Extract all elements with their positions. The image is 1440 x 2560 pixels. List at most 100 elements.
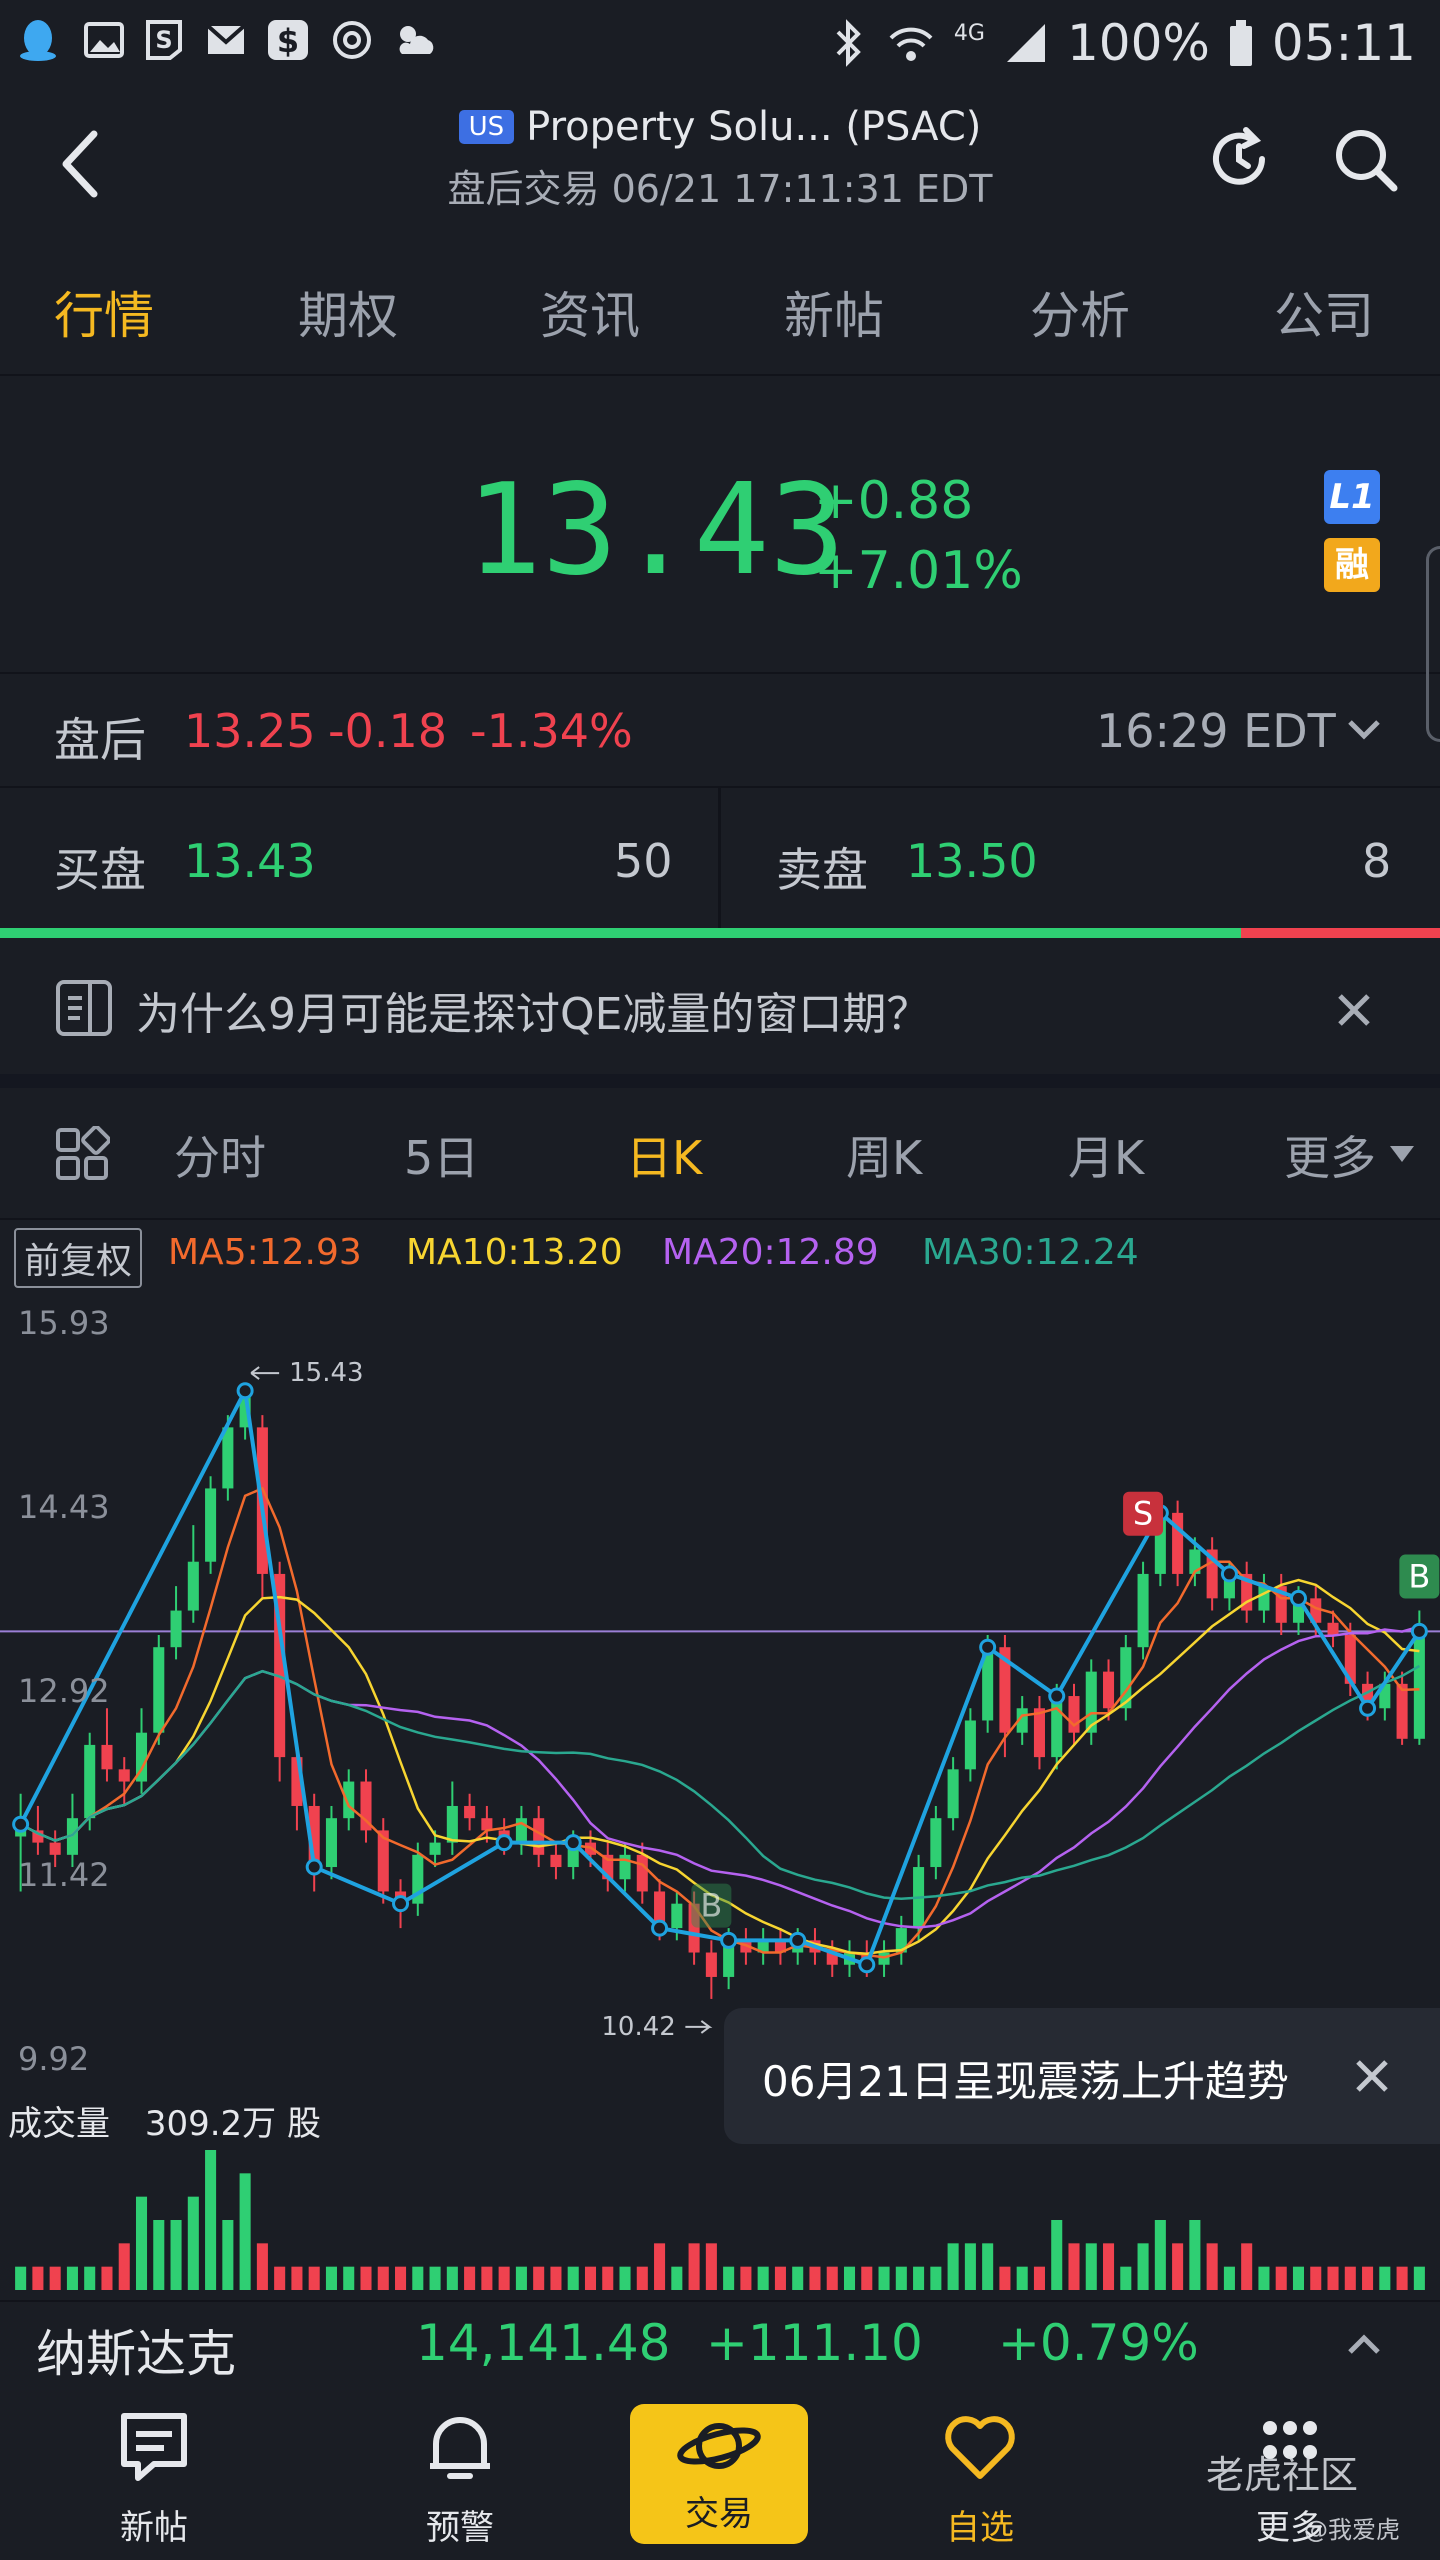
close-icon[interactable] — [1334, 990, 1374, 1030]
nav-alerts[interactable]: 预警 — [390, 2390, 530, 2560]
mail-icon — [206, 24, 246, 54]
nav-watchlist[interactable]: 自选 — [910, 2390, 1050, 2560]
y-tick-label: 11.42 — [18, 1856, 110, 1894]
chevron-up-icon[interactable] — [1344, 2330, 1384, 2358]
wifi-icon — [889, 27, 933, 61]
candle-body — [101, 1744, 113, 1770]
y-tick-label: 9.92 — [18, 2040, 90, 2078]
dropdown-triangle-icon[interactable] — [1388, 1144, 1416, 1164]
nav-posts[interactable]: 新帖 — [84, 2390, 224, 2560]
tab-company[interactable]: 公司 — [1274, 276, 1374, 348]
level1-badge[interactable]: L1 — [1324, 470, 1380, 524]
stock-title: Property Solu... (PSAC) — [526, 104, 982, 150]
after-hours-row[interactable]: 盘后 13.25 -0.18 -1.34% 16:29 EDT — [0, 674, 1440, 788]
volume-bar — [826, 2266, 838, 2290]
margin-badge[interactable]: 融 — [1324, 538, 1380, 592]
swing-point — [1359, 1699, 1377, 1717]
ma10-value: MA10:13.20 — [406, 1232, 623, 1273]
index-ticker-bar[interactable]: 纳斯达克 14,141.48 +111.10 +0.79% — [0, 2300, 1440, 2390]
volume-bar — [1051, 2220, 1063, 2290]
bid-label: 买盘 — [54, 843, 146, 897]
volume-bar — [15, 2266, 27, 2290]
svg-text:S: S — [155, 26, 172, 54]
candle-body — [1396, 1683, 1408, 1739]
volume-bar — [1085, 2243, 1097, 2290]
tab-posts[interactable]: 新帖 — [784, 276, 884, 348]
tab-quotes[interactable]: 行情 — [54, 276, 154, 348]
candle-body — [636, 1854, 648, 1892]
volume-bar — [1223, 2266, 1235, 2290]
ma20-line — [20, 1625, 1420, 1929]
candle-body — [153, 1647, 165, 1733]
volume-bar — [1258, 2266, 1270, 2290]
volume-bar — [723, 2266, 735, 2290]
candle-body — [1137, 1573, 1149, 1648]
network-type: 4G — [953, 20, 985, 46]
volume-bar — [1068, 2243, 1080, 2290]
volume-bar — [1206, 2243, 1218, 2290]
moving-average-legend: 前复权 MA5:12.93 MA10:13.20 MA20:12.89 MA30… — [0, 1220, 1440, 1290]
news-banner[interactable]: 为什么9月可能是探讨QE减量的窗口期？ — [0, 944, 1440, 1088]
refresh-icon[interactable] — [1204, 124, 1274, 194]
y-tick-label: 15.93 — [18, 1304, 110, 1342]
after-hours-price: 13.25 — [184, 704, 316, 758]
volume-bar — [533, 2266, 545, 2290]
candle-body — [446, 1805, 458, 1843]
bid-size: 50 — [614, 834, 673, 888]
ma20-value: MA20:12.89 — [662, 1232, 879, 1273]
volume-bar — [688, 2243, 700, 2290]
tab-analysis[interactable]: 分析 — [1030, 276, 1130, 348]
volume-bar — [118, 2243, 130, 2290]
volume-bar — [377, 2266, 389, 2290]
volume-bar — [1275, 2266, 1287, 2290]
layout-grid-icon[interactable] — [54, 1126, 110, 1182]
candle-body — [705, 1952, 717, 1977]
after-hours-time: 16:29 EDT — [1096, 704, 1336, 758]
trend-popup[interactable]: 06月21日呈现震荡上升趋势 — [724, 2008, 1440, 2144]
period-weekly[interactable]: 周K — [846, 1122, 922, 1188]
volume-bar — [1396, 2266, 1408, 2290]
close-icon[interactable] — [1352, 2056, 1392, 2096]
volume-bar — [654, 2243, 666, 2290]
candle-body — [187, 1561, 199, 1611]
index-value: 14,141.48 — [416, 2314, 671, 2372]
ask-cell: 卖盘 13.50 8 — [722, 788, 1440, 928]
period-intraday[interactable]: 分时 — [174, 1122, 266, 1188]
candle-body — [481, 1818, 493, 1831]
period-monthly[interactable]: 月K — [1068, 1122, 1144, 1188]
swing-point — [1048, 1687, 1066, 1705]
tab-options[interactable]: 期权 — [298, 276, 398, 348]
volume-bar — [878, 2266, 890, 2290]
candlestick-canvas[interactable]: 15.43 10.42 S B B — [0, 1290, 1440, 2120]
volume-bar — [1379, 2266, 1391, 2290]
candle-body — [671, 1903, 683, 1929]
adjust-mode-button[interactable]: 前复权 — [14, 1228, 143, 1288]
ask-ratio-fill — [1241, 928, 1440, 938]
status-bar: S $ 4G 100% 05:11 — [0, 0, 1440, 84]
volume-bar — [1310, 2266, 1322, 2290]
nav-trade[interactable]: 交易 — [630, 2404, 808, 2544]
volume-bar — [274, 2266, 286, 2290]
candlestick-chart[interactable]: 15.43 10.42 S B B 15.93 14.43 12.92 11.42 9.… — [0, 1290, 1440, 2120]
volume-bar — [153, 2220, 165, 2290]
period-5day[interactable]: 5日 — [404, 1122, 479, 1188]
candle-body — [930, 1818, 942, 1868]
period-daily[interactable]: 日K — [626, 1122, 702, 1188]
volume-bar — [412, 2266, 424, 2290]
period-more[interactable]: 更多 — [1284, 1122, 1376, 1188]
chevron-down-icon[interactable] — [1344, 714, 1384, 744]
after-hours-change-percent: -1.34% — [470, 704, 633, 758]
volume-bar — [32, 2266, 44, 2290]
candle-body — [205, 1488, 217, 1562]
swing-point — [1410, 1622, 1428, 1640]
swing-point — [12, 1815, 30, 1833]
bell-icon — [430, 2417, 490, 2479]
search-icon[interactable] — [1330, 124, 1400, 194]
volume-bar — [205, 2150, 217, 2290]
nav-watchlist-label: 自选 — [946, 2508, 1014, 2548]
tab-news[interactable]: 资讯 — [540, 276, 640, 348]
nav-trade-label: 交易 — [685, 2494, 753, 2534]
news-headline[interactable]: 为什么9月可能是探讨QE减量的窗口期？ — [136, 978, 930, 1042]
bid-ratio-fill — [0, 928, 1242, 938]
price-change: +0.88 — [814, 471, 974, 531]
